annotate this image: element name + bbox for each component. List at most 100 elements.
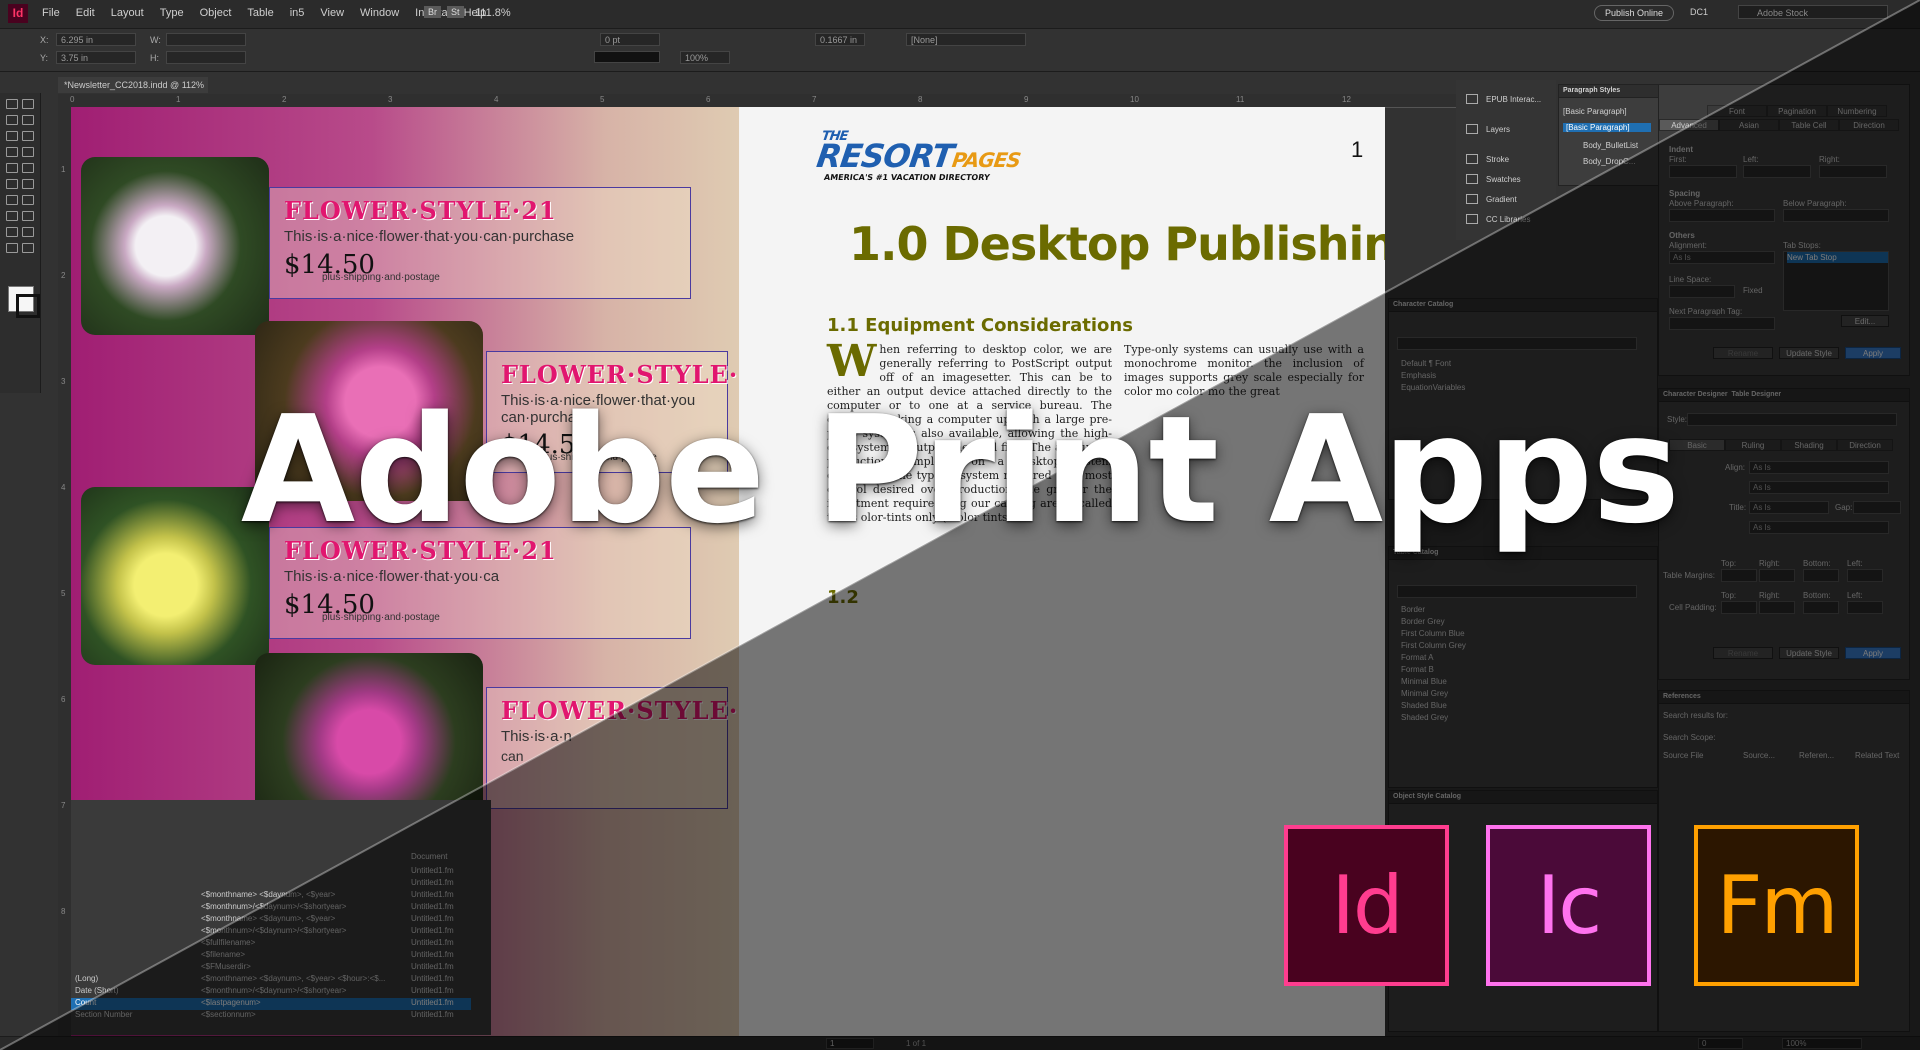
panel-gradient[interactable]: Gradient — [1486, 195, 1517, 204]
stroke-weight-field[interactable]: 0 pt — [600, 33, 660, 46]
zoom-field-a[interactable]: 0 — [1698, 1038, 1743, 1049]
cc-libraries-icon[interactable] — [1466, 214, 1478, 224]
menu-table[interactable]: Table — [247, 7, 273, 19]
panel-swatches[interactable]: Swatches — [1486, 175, 1521, 184]
variable-row[interactable]: <$fullfilename> Untitled1.fm — [71, 938, 471, 950]
style-item[interactable]: Body_DropC... — [1583, 157, 1635, 166]
variable-row[interactable]: Untitled1.fm — [71, 866, 471, 878]
update-style-button[interactable]: Update Style — [1779, 647, 1839, 659]
swatches-icon[interactable] — [1466, 174, 1478, 184]
variable-row[interactable]: <$monthname> <$daynum>, <$year> Untitled1… — [71, 914, 471, 926]
tab-direction[interactable]: Direction — [1839, 119, 1899, 131]
scissors-tool-icon[interactable] — [6, 195, 18, 205]
gradient-tool-icon[interactable] — [6, 211, 18, 221]
line-space-select[interactable] — [1669, 285, 1735, 298]
catalog-item[interactable]: Format A — [1401, 653, 1433, 662]
padding-top-field[interactable] — [1721, 601, 1757, 614]
gap-tool-icon[interactable] — [22, 115, 34, 125]
zoom-field-b[interactable]: 100% — [1782, 1038, 1862, 1049]
tab-stops-list[interactable]: New Tab Stop — [1783, 251, 1889, 311]
note-tool-icon[interactable] — [6, 227, 18, 237]
right-indent-field[interactable] — [1819, 165, 1887, 178]
tab-numbering[interactable]: Numbering — [1827, 105, 1887, 117]
heading-2[interactable]: 1.1 Equipment Considerations — [827, 315, 1133, 336]
heading-1[interactable]: 1.0 Desktop Publishing — [849, 217, 1385, 271]
variable-row[interactable]: <$FMuserdir> Untitled1.fm — [71, 962, 471, 974]
workspace-switcher[interactable]: DC1 — [1690, 7, 1708, 17]
catalog-item[interactable]: Minimal Grey — [1401, 689, 1448, 698]
x-field[interactable]: 6.295 in — [56, 33, 136, 46]
variable-row[interactable]: Section Number <$sectionnum> Untitled1.fm — [71, 1010, 471, 1022]
orchid-photo-white[interactable] — [81, 157, 269, 335]
menu-layout[interactable]: Layout — [111, 7, 144, 19]
padding-left-field[interactable] — [1847, 601, 1883, 614]
content-collector-icon[interactable] — [6, 131, 18, 141]
alignment-select[interactable]: As Is — [1669, 251, 1775, 264]
catalog-item[interactable]: Border Grey — [1401, 617, 1445, 626]
menu-in5[interactable]: in5 — [290, 7, 305, 19]
menu-window[interactable]: Window — [360, 7, 399, 19]
left-indent-field[interactable] — [1743, 165, 1811, 178]
catalog-item[interactable]: Shaded Grey — [1401, 713, 1448, 722]
apply-button[interactable]: Apply — [1845, 347, 1901, 359]
padding-bottom-field[interactable] — [1803, 601, 1839, 614]
catalog-item[interactable]: First Column Grey — [1401, 641, 1466, 650]
object-style-select[interactable]: [None] — [906, 33, 1026, 46]
catalog-item[interactable]: Shaded Blue — [1401, 701, 1447, 710]
margin-top-field[interactable] — [1721, 569, 1757, 582]
stroke-icon[interactable] — [1466, 154, 1478, 164]
epub-icon[interactable] — [1466, 94, 1478, 104]
zoom-level[interactable]: 111.8% — [475, 7, 511, 19]
stock-button[interactable]: St — [447, 6, 464, 18]
menu-type[interactable]: Type — [160, 7, 184, 19]
fitting-field[interactable]: 0.1667 in — [815, 33, 865, 46]
free-transform-tool-icon[interactable] — [22, 195, 34, 205]
vertical-ruler[interactable]: 1 2 3 4 5 6 7 8 — [58, 107, 72, 1037]
panel-layers[interactable]: Layers — [1486, 125, 1510, 134]
next-paragraph-select[interactable] — [1669, 317, 1775, 330]
tab-asian[interactable]: Asian — [1719, 119, 1779, 131]
margin-right-field[interactable] — [1759, 569, 1795, 582]
apply-button[interactable]: Apply — [1845, 647, 1901, 659]
above-select[interactable] — [1669, 209, 1775, 222]
layers-icon[interactable] — [1466, 124, 1478, 134]
menu-file[interactable]: File — [42, 7, 60, 19]
panel-epub[interactable]: EPUB Interac... — [1486, 95, 1541, 104]
col-source[interactable]: Source... — [1743, 751, 1775, 760]
variable-row[interactable]: (Long) <$monthname> <$daynum>, <$year> <$… — [71, 974, 471, 986]
variable-row[interactable]: Date (Short) <$monthnum>/<$daynum>/<$shor… — [71, 986, 471, 998]
horizontal-ruler[interactable]: 0 1 2 3 4 5 6 7 8 9 10 11 12 — [58, 94, 1456, 108]
gradient-feather-tool-icon[interactable] — [22, 211, 34, 221]
hand-tool-icon[interactable] — [6, 243, 18, 253]
direct-selection-tool-icon[interactable] — [22, 99, 34, 109]
variable-row[interactable]: <$monthnum>/<$daynum>/<$shortyear> Untitl… — [71, 902, 471, 914]
variable-row[interactable]: <$filename> Untitled1.fm — [71, 950, 471, 962]
variable-row[interactable]: Untitled1.fm — [71, 878, 471, 890]
padding-right-field[interactable] — [1759, 601, 1795, 614]
variable-row[interactable]: <$monthname> <$daynum>, <$year> Untitled1… — [71, 890, 471, 902]
tab-table-cell[interactable]: Table Cell — [1779, 119, 1839, 131]
stock-search-input[interactable]: Adobe Stock — [1738, 5, 1888, 19]
content-placer-icon[interactable] — [22, 131, 34, 141]
style-item-selected[interactable]: [Basic Paragraph] — [1563, 123, 1651, 132]
rectangle-frame-tool-icon[interactable] — [6, 179, 18, 189]
pen-tool-icon[interactable] — [6, 163, 18, 173]
margin-left-field[interactable] — [1847, 569, 1883, 582]
rename-button[interactable]: Rename — [1713, 647, 1773, 659]
col-related-text[interactable]: Related Text — [1855, 751, 1899, 760]
edit-button[interactable]: Edit... — [1841, 315, 1889, 327]
menu-edit[interactable]: Edit — [76, 7, 95, 19]
zoom-tool-icon[interactable] — [22, 243, 34, 253]
stroke-type-select[interactable] — [594, 51, 660, 63]
menu-object[interactable]: Object — [200, 7, 232, 19]
menu-view[interactable]: View — [320, 7, 344, 19]
col-source-file[interactable]: Source File — [1663, 751, 1703, 760]
rename-button[interactable]: Rename — [1713, 347, 1773, 359]
style-item[interactable]: [Basic Paragraph] — [1563, 107, 1627, 116]
catalog-item[interactable]: Minimal Blue — [1401, 677, 1447, 686]
gradient-icon[interactable] — [1466, 194, 1478, 204]
fixed-checkbox-label[interactable]: Fixed — [1743, 286, 1763, 295]
page-number-field[interactable]: 1 — [826, 1038, 874, 1049]
variable-row-selected[interactable]: Count <$lastpagenum> Untitled1.fm — [71, 998, 471, 1010]
style-item[interactable]: Body_BulletList — [1583, 141, 1638, 150]
